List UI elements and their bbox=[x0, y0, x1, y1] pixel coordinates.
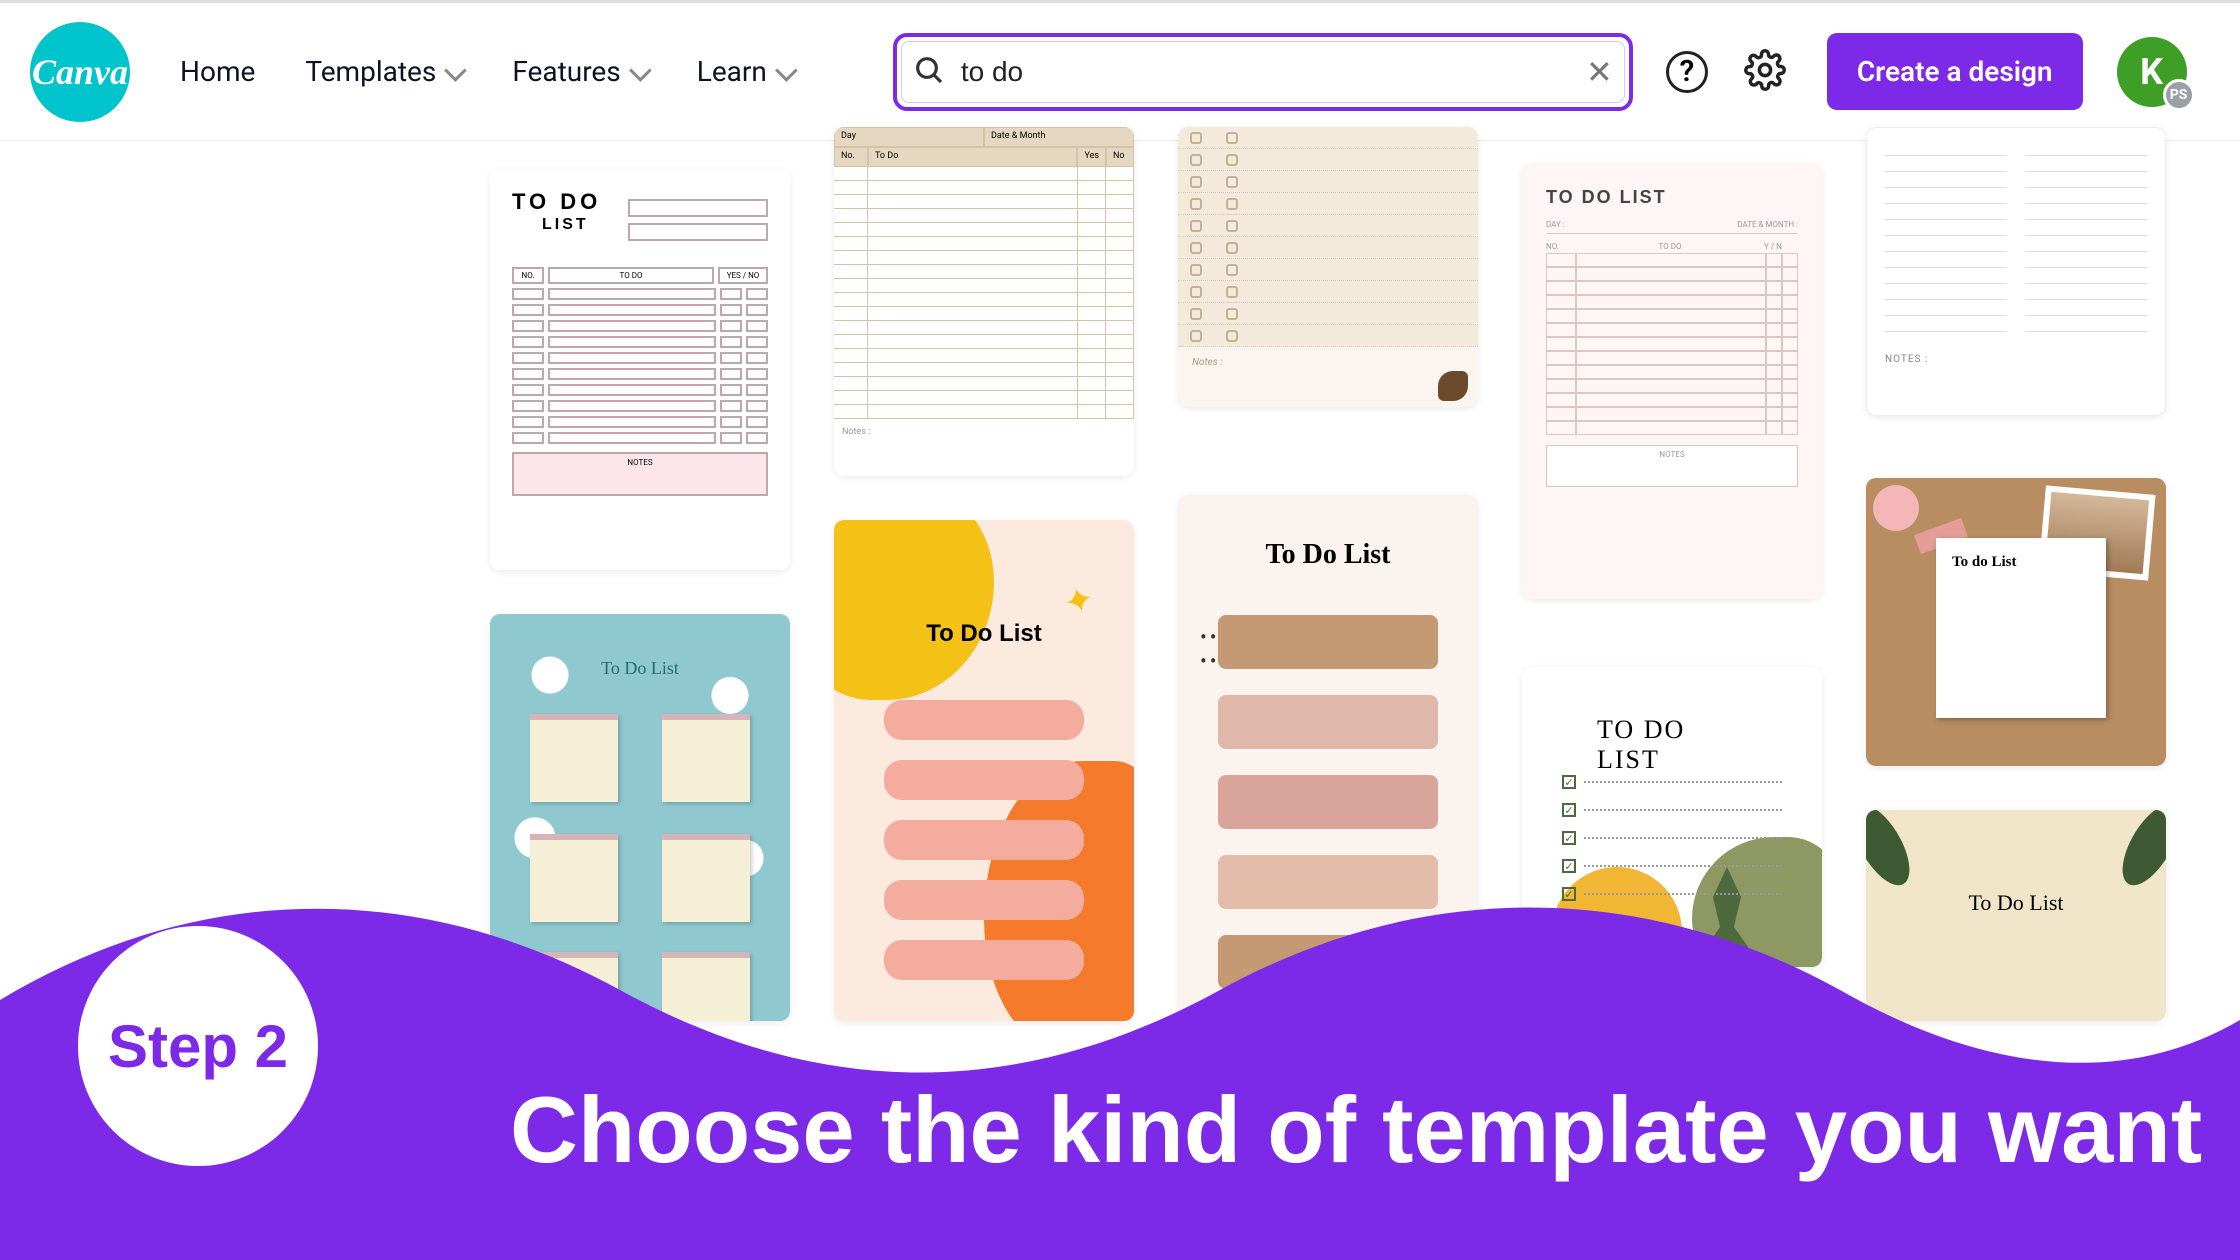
nav-features[interactable]: Features bbox=[512, 55, 646, 88]
col-label: Date & Month bbox=[984, 127, 1134, 147]
notes-label: NOTES bbox=[512, 452, 768, 496]
field-label: DAY : bbox=[1546, 220, 1586, 229]
step-badge: Step 2 bbox=[78, 926, 318, 1166]
nav-features-label: Features bbox=[512, 55, 620, 88]
notes-label: NOTES : bbox=[1885, 354, 2147, 365]
settings-button[interactable] bbox=[1741, 48, 1789, 96]
template-title: TO DO LIST bbox=[1597, 715, 1747, 775]
chevron-down-icon bbox=[775, 59, 798, 82]
create-design-button[interactable]: Create a design bbox=[1827, 33, 2083, 110]
tutorial-banner: Step 2 Choose the kind of template you w… bbox=[0, 840, 2240, 1260]
field bbox=[628, 223, 768, 241]
field-label: DATE & MONTH : bbox=[1586, 220, 1798, 229]
col-label: TO DO bbox=[548, 267, 714, 284]
table-header: NO. TO DO YES / NO bbox=[512, 267, 768, 284]
template-card[interactable]: To do List bbox=[1866, 478, 2166, 766]
template-card[interactable]: TO DO LIST NO. TO DO YES / NO NOTES bbox=[490, 169, 790, 570]
avatar-badge: PS bbox=[2163, 79, 2195, 111]
nav-templates-label: Templates bbox=[305, 55, 436, 88]
nav-home[interactable]: Home bbox=[180, 55, 255, 88]
notes-label: Notes : bbox=[834, 419, 1134, 445]
col-label: NO. bbox=[512, 267, 544, 284]
template-title: To Do List bbox=[926, 620, 1042, 648]
col-label: No bbox=[1106, 147, 1134, 167]
nav-home-label: Home bbox=[180, 55, 255, 88]
gear-icon bbox=[1744, 49, 1786, 95]
canva-logo[interactable]: Canva bbox=[30, 22, 130, 122]
chevron-down-icon bbox=[629, 59, 652, 82]
search-bar[interactable]: ✕ bbox=[893, 33, 1633, 111]
field bbox=[628, 199, 768, 217]
help-button[interactable]: ? bbox=[1663, 48, 1711, 96]
template-card[interactable]: NOTES : bbox=[1866, 127, 2166, 416]
col-label: Y / N bbox=[1764, 242, 1798, 251]
col-label: Yes bbox=[1077, 147, 1106, 167]
col-label: To Do bbox=[868, 147, 1077, 167]
chevron-down-icon bbox=[444, 59, 467, 82]
col-label: No. bbox=[834, 147, 868, 167]
template-card[interactable]: Notes : bbox=[1178, 127, 1478, 407]
template-title: To do List bbox=[1952, 554, 2090, 571]
template-title: To Do List bbox=[1265, 539, 1390, 571]
clear-search-icon[interactable]: ✕ bbox=[1586, 53, 1613, 91]
notes-label: NOTES bbox=[1546, 445, 1798, 487]
col-label: TO DO bbox=[1576, 242, 1764, 251]
banner-headline: Choose the kind of template you want bbox=[510, 1076, 2202, 1184]
col-label: Day bbox=[834, 127, 984, 147]
main-nav: Home Templates Features Learn bbox=[180, 55, 793, 88]
spark-icon: ✦ bbox=[1059, 577, 1099, 625]
leaf-icon bbox=[1438, 371, 1468, 401]
template-card[interactable]: Day Date & Month No. To Do Yes No bbox=[834, 127, 1134, 476]
account-avatar[interactable]: K PS bbox=[2117, 37, 2187, 107]
search-input[interactable] bbox=[961, 56, 1586, 88]
notes-label: Notes : bbox=[1178, 347, 1478, 378]
nav-learn[interactable]: Learn bbox=[697, 55, 793, 88]
col-label: NO. bbox=[1546, 242, 1576, 251]
template-card[interactable]: TO DO LIST DAY :DATE & MONTH : NO.TO DOY… bbox=[1522, 163, 1822, 599]
app-header: Canva Home Templates Features Learn ✕ ? … bbox=[0, 3, 2240, 141]
template-title: To Do List bbox=[601, 658, 679, 679]
help-icon: ? bbox=[1666, 51, 1708, 93]
nav-learn-label: Learn bbox=[697, 55, 767, 88]
template-title: TO DO LIST bbox=[1546, 187, 1798, 208]
col-label: YES / NO bbox=[718, 267, 768, 284]
avatar-initial: K bbox=[2140, 51, 2163, 93]
nav-templates[interactable]: Templates bbox=[305, 55, 462, 88]
